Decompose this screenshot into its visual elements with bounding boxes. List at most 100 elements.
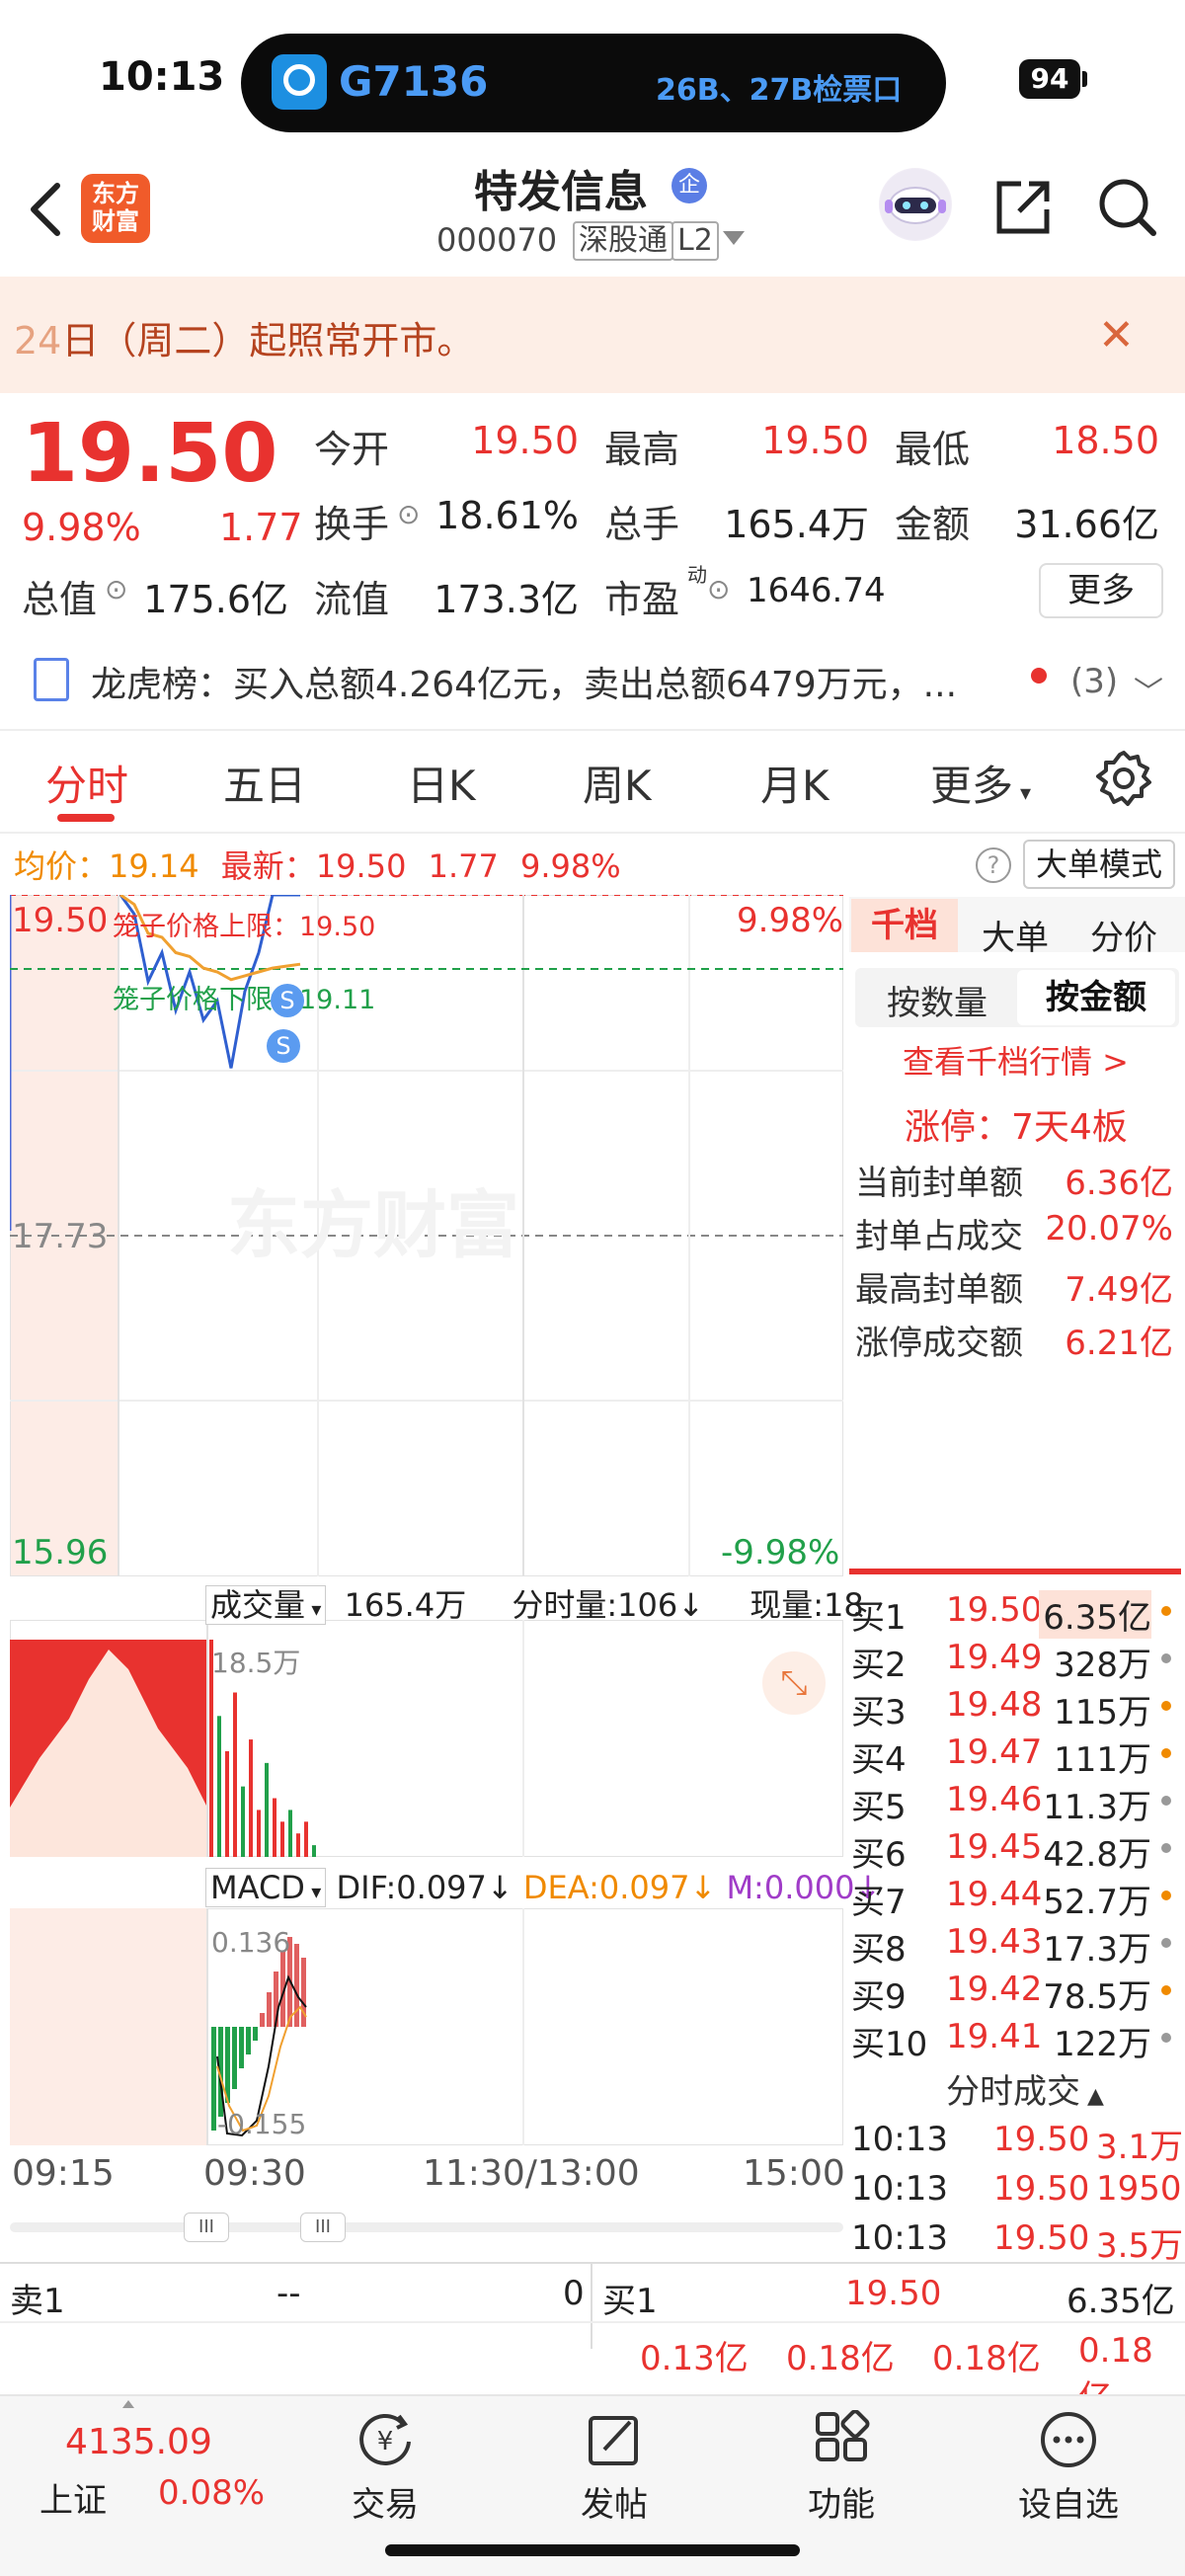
index-change[interactable]: 0.08%: [158, 2473, 265, 2513]
help-icon[interactable]: ?: [976, 847, 1011, 883]
tab-thousand-levels[interactable]: 千档: [851, 899, 958, 952]
tab-intraday[interactable]: 分时: [45, 753, 128, 813]
pct-axis-bottom: -9.98%: [721, 1533, 840, 1572]
close-icon[interactable]: ✕: [1098, 314, 1135, 358]
buy1-price: 19.50: [845, 2274, 942, 2313]
macd-indicator-select[interactable]: MACD ▾: [205, 1868, 327, 1907]
scroll-handle-right[interactable]: III: [300, 2213, 346, 2242]
volume-bar: [265, 1762, 269, 1857]
battery-icon: 94: [1019, 59, 1080, 99]
macd-bar: [294, 1944, 299, 2027]
more-button[interactable]: 更多: [1039, 563, 1163, 618]
tab-five-day[interactable]: 五日: [223, 753, 306, 813]
search-icon[interactable]: [1094, 174, 1159, 239]
buy1-label: 买1: [602, 2282, 658, 2321]
chevron-down-icon[interactable]: ﹀: [1134, 668, 1163, 711]
more-options-icon[interactable]: [1039, 2410, 1098, 2469]
train-number: G7136: [339, 57, 489, 106]
pct-axis-top: 9.98%: [737, 901, 844, 940]
bid-level-dot: [1161, 1938, 1171, 1948]
turnover-value: 18.61%: [435, 494, 579, 537]
expand-icon[interactable]: ⤡: [762, 1651, 826, 1715]
railway-logo-icon: [272, 54, 327, 110]
svg-text:东方财富: 东方财富: [227, 1184, 519, 1266]
info-icon[interactable]: ⊙: [397, 498, 420, 530]
tab-big-orders[interactable]: 大单: [982, 911, 1049, 959]
enterprise-badge-icon: 企: [672, 168, 707, 203]
bid-level-label: 买1: [851, 1598, 907, 1638]
index-name[interactable]: 上证: [40, 2473, 107, 2522]
seal-metric-label: 涨停成交额: [855, 1324, 1023, 1363]
scroll-handle-left[interactable]: III: [184, 2213, 229, 2242]
info-icon[interactable]: ⊙: [707, 573, 730, 605]
bid-level-label: 买7: [851, 1883, 907, 1922]
tab-weekly-k[interactable]: 周K: [583, 753, 652, 813]
bid-level-label: 买4: [851, 1740, 907, 1780]
queue-order: 0.13亿: [640, 2339, 749, 2378]
bid-level-label: 买6: [851, 1835, 907, 1875]
volume-value: 165.4万: [724, 503, 869, 546]
share-icon[interactable]: [991, 176, 1055, 239]
trade-volume: 3.5万: [1096, 2226, 1184, 2266]
volume-bar: [280, 1821, 284, 1857]
chevron-down-icon[interactable]: [723, 231, 745, 245]
info-icon[interactable]: ⊙: [105, 573, 127, 605]
y-axis-top: 19.50: [12, 901, 109, 940]
block-trade-badge-icon[interactable]: S: [267, 1029, 300, 1063]
battery-tip: [1082, 71, 1087, 87]
level2-tag: L2: [672, 221, 719, 261]
buy1-volume: 6.35亿: [1066, 2282, 1175, 2321]
tab-underline: [57, 814, 115, 822]
big-order-mode-button[interactable]: 大单模式: [1023, 840, 1175, 889]
volume-chart[interactable]: [10, 1620, 843, 1857]
tab-price-distribution[interactable]: 分价: [1090, 911, 1157, 959]
cage-upper-label: 笼子价格上限：19.50: [113, 912, 376, 942]
divider: [0, 729, 1185, 731]
nav-post[interactable]: 发帖: [555, 2477, 673, 2526]
trade-icon[interactable]: ¥: [356, 2410, 415, 2469]
gear-icon[interactable]: [1094, 749, 1153, 808]
macd-chart[interactable]: [10, 1908, 843, 2145]
bid-level-label: 买9: [851, 1977, 907, 2017]
time-sales-title[interactable]: 分时成交 ▲: [946, 2064, 1104, 2113]
tab-more[interactable]: 更多 ▾: [930, 753, 1031, 813]
document-icon: [34, 658, 69, 701]
trade-time: 10:13: [851, 2120, 948, 2159]
nav-trade[interactable]: 交易: [326, 2477, 444, 2526]
view-levels-link[interactable]: 查看千档行情 >: [903, 1037, 1129, 1083]
sell1-label: 卖1: [10, 2282, 65, 2321]
subtab-by-quantity[interactable]: 按数量: [887, 976, 988, 1024]
post-icon[interactable]: [585, 2410, 644, 2469]
stock-code: 000070: [436, 221, 558, 259]
trade-price: 19.50: [993, 2218, 1090, 2258]
svg-text:¥: ¥: [377, 2427, 394, 2456]
bid-level-label: 买3: [851, 1693, 907, 1732]
macd-scale-top: 0.136: [211, 1926, 291, 1959]
volume-bar: [288, 1810, 292, 1857]
index-value[interactable]: 4135.09: [65, 2422, 212, 2462]
dragon-tiger-summary[interactable]: 龙虎榜：买入总额4.264亿元，卖出总额6479万元，...: [91, 656, 1019, 707]
volume-indicator-select[interactable]: 成交量 ▾: [205, 1585, 327, 1625]
nav-add-watchlist[interactable]: 设自选: [1009, 2477, 1128, 2526]
tab-daily-k[interactable]: 日K: [407, 753, 476, 813]
trade-price: 19.50: [993, 2120, 1090, 2159]
queue-order: 0.18亿: [932, 2339, 1041, 2378]
bid-level-dot: [1161, 1891, 1171, 1900]
bid-level-label: 买10: [851, 2025, 928, 2064]
home-indicator[interactable]: [385, 2544, 800, 2556]
macd-bar: [239, 2027, 244, 2068]
ai-assistant-icon[interactable]: [879, 168, 952, 241]
volume-bar: [304, 1821, 308, 1857]
stock-name[interactable]: 特发信息: [474, 156, 648, 219]
nav-functions[interactable]: 功能: [782, 2477, 901, 2526]
brand-logo[interactable]: 东方财富: [81, 174, 150, 243]
tab-monthly-k[interactable]: 月K: [760, 753, 830, 813]
subtab-by-amount[interactable]: 按金额: [1017, 970, 1175, 1025]
block-trade-badge-icon[interactable]: S: [271, 984, 304, 1017]
bid-level-label: 买5: [851, 1788, 907, 1827]
back-icon[interactable]: [22, 178, 71, 241]
low-label: 最低: [895, 428, 971, 471]
time-scrollbar[interactable]: [10, 2222, 843, 2232]
functions-icon[interactable]: [812, 2410, 871, 2469]
bid-level-price: 19.47: [946, 1732, 1043, 1772]
